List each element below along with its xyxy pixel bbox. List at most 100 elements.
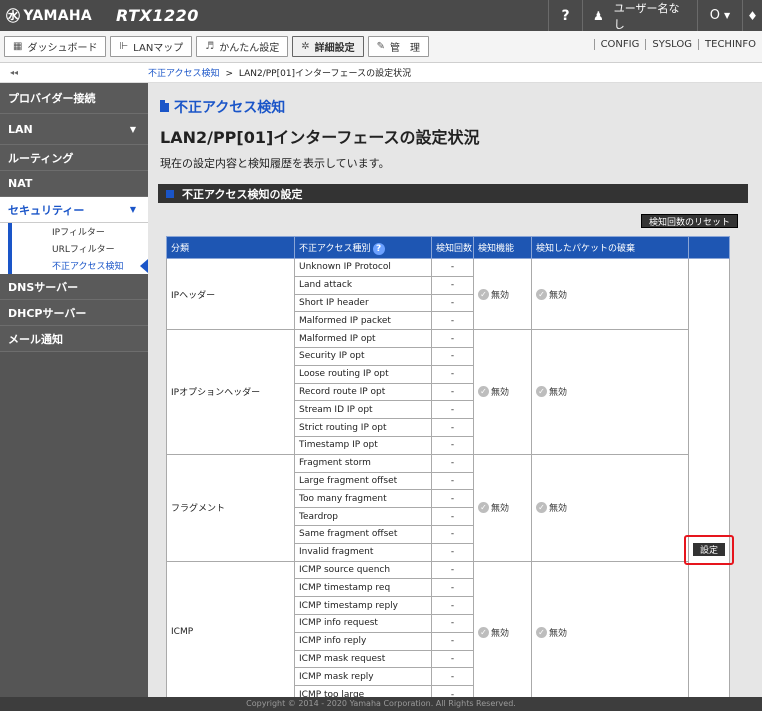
sidebar-item[interactable]: メール通知 [0,326,148,352]
detection-table: 分類 不正アクセス種別? 検知回数 検知機能 検知したパケットの破棄 IPヘッダー Unkn… [166,236,734,697]
access-type-cell: ICMP timestamp reply [294,596,432,615]
detection-count-cell: - [431,560,474,580]
sidebar-item-label: プロバイダー接続 [8,92,96,105]
sidebar-item-label: NAT [8,177,33,190]
sidebar-item-label: ルーティング [8,151,74,165]
nav-tab-icon: ▦ [13,41,23,52]
sidebar-item[interactable]: DNSサーバー [0,274,148,300]
breadcrumb-root-link[interactable]: 不正アクセス検知 [148,69,220,79]
status-label: 無効 [549,504,568,515]
column-header: 検知したパケットの破棄 [531,236,689,259]
discard-status: ✓ 無効 [536,501,567,514]
status-menu-button[interactable]: O ▼ [697,0,742,31]
user-name: ユーザー名なし [613,1,680,31]
yamaha-logo-icon: ㊌ [6,8,21,25]
sidebar-item-label: LAN [8,122,33,136]
discard-cell: ✓ 無効 [531,257,689,331]
function-status: ✓ 無効 [478,288,509,301]
discard-status: ✓ 無効 [536,385,567,398]
table-row: フラグメント Fragment storm - ✓ 無効 ✓ 無効 [166,453,730,562]
nav-tab[interactable]: ✲ 詳細設定 [292,36,364,57]
sidebar-item[interactable]: ルーティング [0,145,148,171]
user-menu-button[interactable]: ♟ ユーザー名なし [582,0,697,31]
column-header-label: 検知回数 [436,244,473,254]
access-type-cell: Invalid fragment [294,542,432,562]
sidebar-subitem[interactable]: IPフィルター [12,223,148,240]
function-cell: ✓ 無効 [473,257,532,331]
nav-tab[interactable]: ⊩ LANマップ [110,36,193,57]
sidebar-item-label: メール通知 [8,332,63,346]
help-button[interactable]: ? [548,0,582,31]
detection-count-cell: - [431,435,474,455]
edit-button-highlight [684,535,734,565]
access-type-cell: ICMP mask request [294,649,432,669]
check-icon: ✓ [536,386,547,398]
nav-tab-icon: ⊩ [119,41,129,52]
access-type-cell: ICMP timestamp req [294,578,432,598]
top-link[interactable]: TECHINFO [698,39,762,50]
nav-tab-icon: ✲ [301,41,310,52]
access-type-cell: Security IP opt [294,346,432,366]
access-type-cell: Short IP header [294,293,432,313]
check-icon: ✓ [536,502,547,514]
check-icon: ✓ [478,288,489,300]
bell-icon[interactable]: ♦ [742,0,762,31]
check-icon: ✓ [478,626,489,638]
access-type-cell: Same fragment offset [294,524,432,544]
nav-tab-icon: ✎ [376,41,386,52]
function-status: ✓ 無効 [478,626,509,639]
chevron-down-icon: ▼ [129,205,136,214]
reset-count-button[interactable]: 検知回数のリセット [640,214,738,228]
sidebar-item[interactable]: NAT [0,171,148,197]
top-link[interactable]: SYSLOG [645,39,698,50]
collapse-sidebar-icon[interactable]: ◂◂ [0,68,148,77]
chevron-down-icon: ▼ [129,124,136,134]
top-header: ㊌ YAMAHA RTX1220 ? ♟ ユーザー名なし O ▼ ♦ [0,0,762,31]
help-icon[interactable]: ? [372,242,385,255]
column-header: 分類 [166,236,295,259]
access-type-cell: ICMP info reply [294,631,432,651]
detection-count-cell: - [431,542,474,562]
table-row: IPオプションヘッダー Malformed IP opt - ✓ 無効 ✓ 無効 [166,329,730,455]
check-icon: ✓ [478,502,489,514]
access-type-cell: ICMP mask reply [294,667,432,687]
detection-count-cell: - [431,329,474,348]
table-header-row: 分類 不正アクセス種別? 検知回数 検知機能 検知したパケットの破棄 [166,236,730,259]
nav-tab[interactable]: ♬ かんたん設定 [196,36,289,57]
breadcrumb-separator: > [225,69,233,79]
nav-bar: ▦ ダッシュボード ⊩ LANマップ ♬ かんたん設定 ✲ 詳細設定 ✎ 管 理 CONFIG SY… [0,31,762,63]
detection-table-wrap: 分類 不正アクセス種別? 検知回数 検知機能 検知したパケットの破棄 IPヘッダー Unkn… [166,236,734,697]
top-link[interactable]: CONFIG [593,39,646,50]
detection-count-cell: - [431,524,474,544]
detection-count-cell: - [431,400,474,420]
access-type-cell: Too many fragment [294,489,432,509]
sidebar-item[interactable]: DHCPサーバー [0,300,148,326]
access-type-cell: Loose routing IP opt [294,364,432,384]
section-title: 不正アクセス検知の設定 [182,187,303,201]
access-type-cell: Fragment storm [294,453,432,473]
yamaha-logo[interactable]: ㊌ YAMAHA [0,6,100,26]
column-header-label: 不正アクセス種別 [299,243,371,254]
column-header-edit [688,236,730,259]
nav-tabs: ▦ ダッシュボード ⊩ LANマップ ♬ かんたん設定 ✲ 詳細設定 ✎ 管 理 [4,36,433,57]
sidebar-subitem[interactable]: URLフィルター [12,240,148,257]
sidebar-item[interactable]: プロバイダー接続 [0,83,148,114]
table-row: IPヘッダー Unknown IP Protocol - ✓ 無効 ✓ 無効 設定 [166,257,734,697]
sidebar-item[interactable]: セキュリティー ▼ [0,197,148,223]
status-label: 無効 [549,388,568,399]
nav-tab[interactable]: ▦ ダッシュボード [4,36,107,57]
nav-tab[interactable]: ✎ 管 理 [367,36,430,57]
detection-count-cell: - [431,667,474,687]
detection-count-cell: - [431,489,474,509]
sidebar-subitem[interactable]: 不正アクセス検知 [12,257,148,274]
page-description: 現在の設定内容と検知履歴を表示しています。 [160,157,390,170]
detection-count-cell: - [431,418,474,437]
detection-count-cell: - [431,382,474,402]
nav-tab-label: ダッシュボード [27,43,98,54]
detection-count-cell: - [431,311,474,331]
status-label: 無効 [491,504,510,515]
sidebar-item[interactable]: LAN ▼ [0,114,148,145]
detection-count-cell: - [431,631,474,651]
check-icon: ✓ [536,288,547,300]
discard-cell: ✓ 無効 [531,560,689,697]
